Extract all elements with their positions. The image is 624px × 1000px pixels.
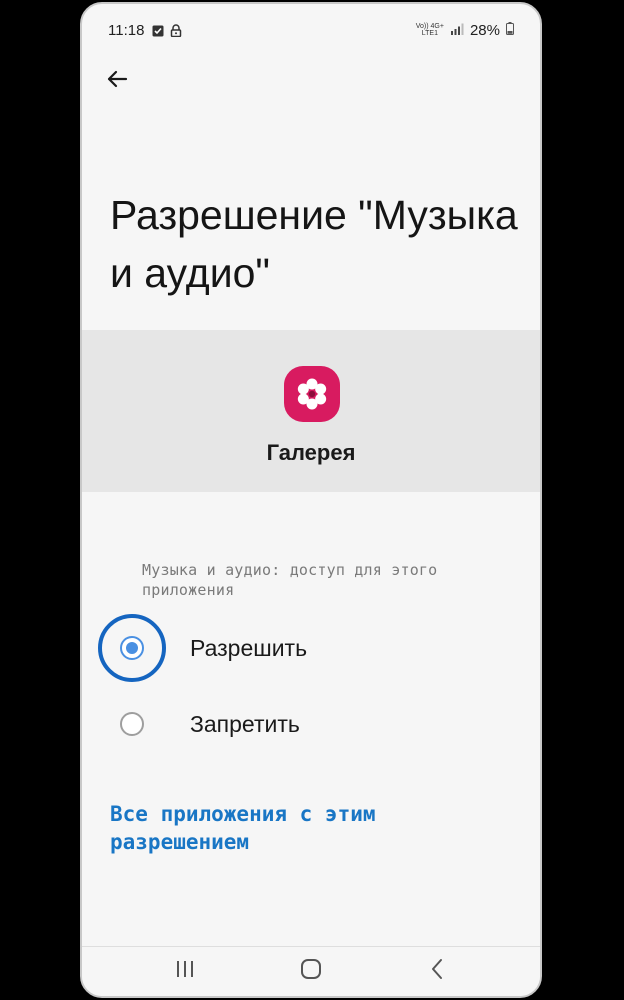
status-time: 11:18 [108, 21, 145, 39]
home-icon [300, 958, 322, 985]
navigation-bar [82, 946, 540, 996]
radio-deny-wrap [102, 694, 162, 754]
network-label-top: Vo)) 4G+ [415, 23, 444, 30]
recents-button[interactable] [155, 952, 215, 992]
battery-icon [506, 21, 514, 39]
option-allow-label: Разрешить [190, 634, 308, 661]
nav-back-button[interactable] [407, 952, 467, 992]
back-button[interactable] [100, 64, 134, 98]
page-title: Разрешение "Музыка и аудио" [110, 192, 518, 296]
radio-allow[interactable] [120, 636, 144, 660]
permission-caption: Музыка и аудио: доступ для этого приложе… [142, 561, 438, 599]
option-allow[interactable]: Разрешить [98, 614, 502, 682]
option-deny-label: Запретить [190, 710, 300, 737]
recents-icon [174, 959, 196, 984]
radio-allow-wrap [98, 614, 166, 682]
network-indicator: Vo)) 4G+ LTE1 [416, 23, 444, 37]
home-button[interactable] [281, 952, 341, 992]
lock-icon [170, 24, 182, 38]
arrow-left-icon [105, 67, 129, 96]
gallery-flower-icon [284, 366, 340, 422]
all-apps-link[interactable]: Все приложения с этим разрешением [110, 800, 440, 856]
radio-deny[interactable] [120, 712, 144, 736]
back-icon [429, 958, 445, 985]
signal-icon [450, 22, 464, 39]
checkbox-notification-icon [152, 24, 164, 37]
status-bar: 11:18 Vo)) 4G+ LTE1 28% [82, 4, 540, 56]
option-deny[interactable]: Запретить [102, 694, 502, 754]
app-header: Галерея [82, 330, 540, 492]
app-name: Галерея [266, 440, 356, 465]
phone-frame: 11:18 Vo)) 4G+ LTE1 28% Разрешение "Музы… [80, 2, 542, 998]
status-right: Vo)) 4G+ LTE1 28% [416, 21, 514, 39]
network-label-bottom: LTE1 [421, 30, 438, 37]
battery-percent: 28% [469, 21, 500, 39]
